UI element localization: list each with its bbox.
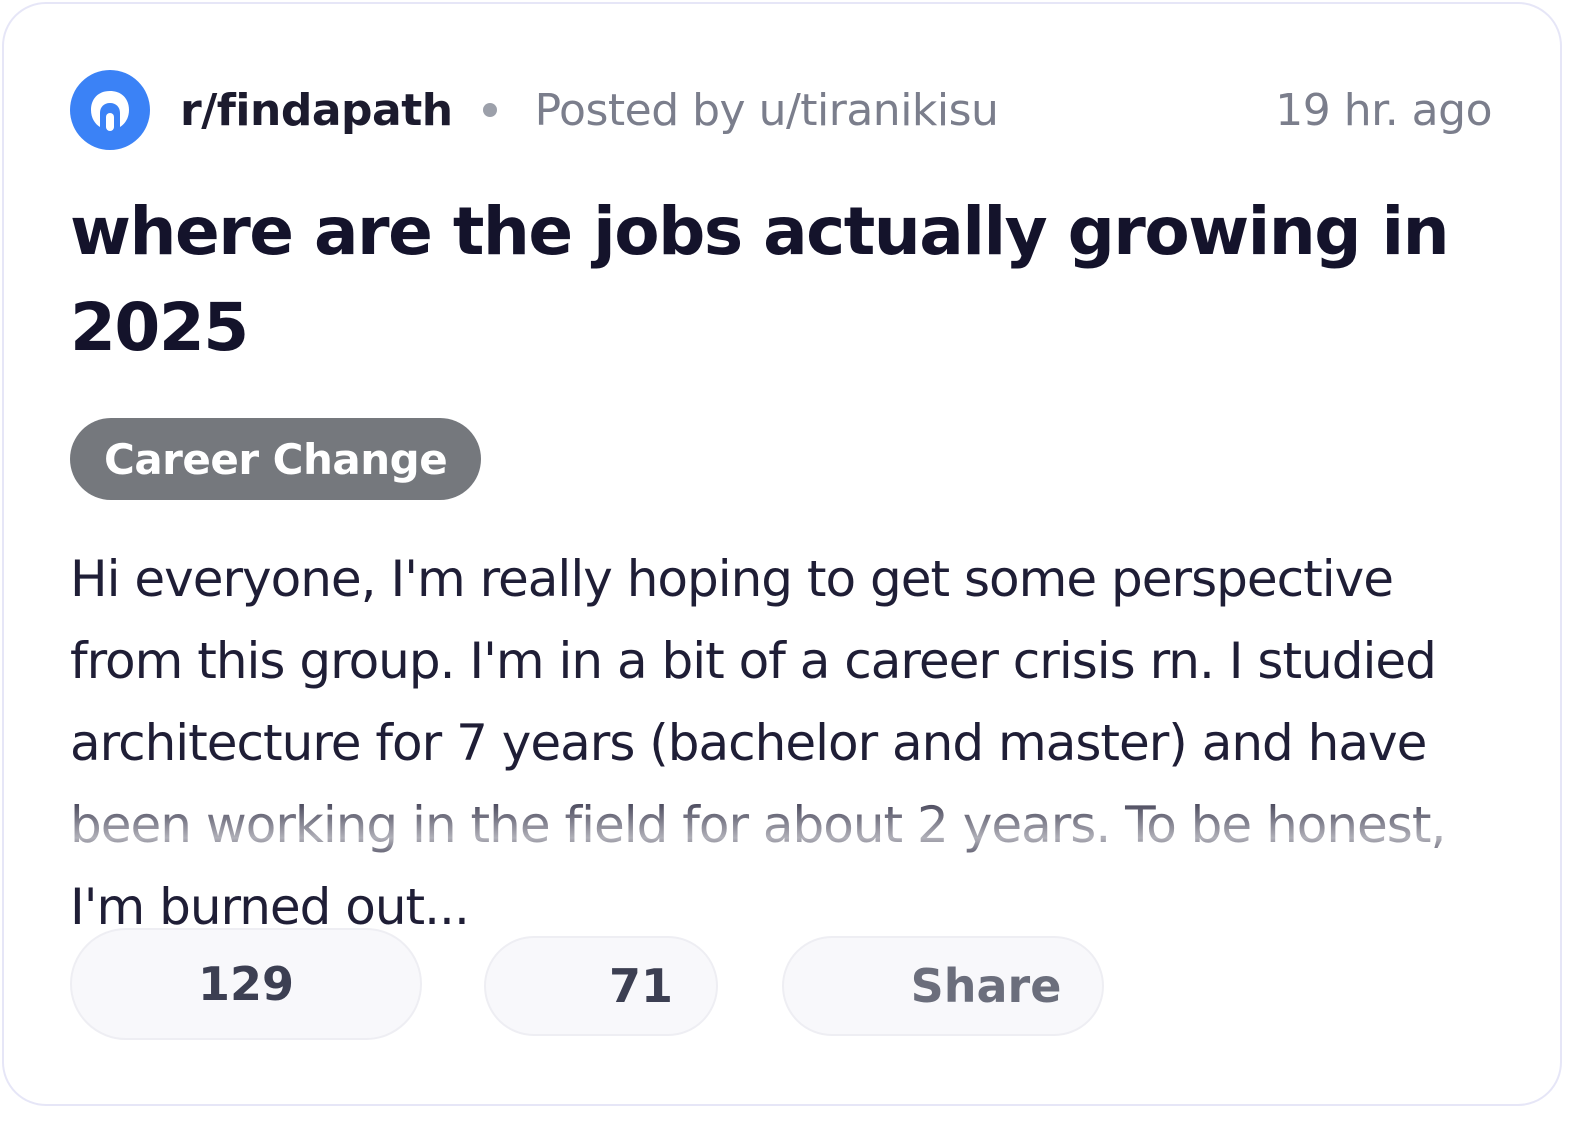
- share-button[interactable]: Share: [782, 936, 1104, 1036]
- subreddit-avatar-icon[interactable]: [70, 70, 150, 150]
- separator-dot: [482, 103, 497, 117]
- post-timestamp: 19 hr. ago: [1275, 84, 1492, 136]
- vote-button[interactable]: 129: [70, 928, 422, 1040]
- post-card[interactable]: r/findapath Posted by u/tiranikisu 19 hr…: [2, 2, 1562, 1106]
- flair-badge[interactable]: Career Change: [70, 418, 482, 500]
- subreddit-name-link[interactable]: r/findapath: [180, 85, 453, 136]
- posted-by-link[interactable]: Posted by u/tiranikisu: [535, 85, 999, 136]
- vote-count: 129: [197, 957, 295, 1011]
- post-header: r/findapath Posted by u/tiranikisu 19 hr…: [70, 70, 1492, 150]
- post-title[interactable]: where are the jobs actually growing in 2…: [70, 184, 1490, 376]
- post-body-preview[interactable]: Hi everyone, I'm really hoping to get so…: [70, 538, 1510, 948]
- community-logo-icon: [91, 91, 129, 131]
- comment-count: 71: [608, 959, 673, 1013]
- comments-button[interactable]: 71: [484, 936, 718, 1036]
- share-label: Share: [910, 959, 1062, 1013]
